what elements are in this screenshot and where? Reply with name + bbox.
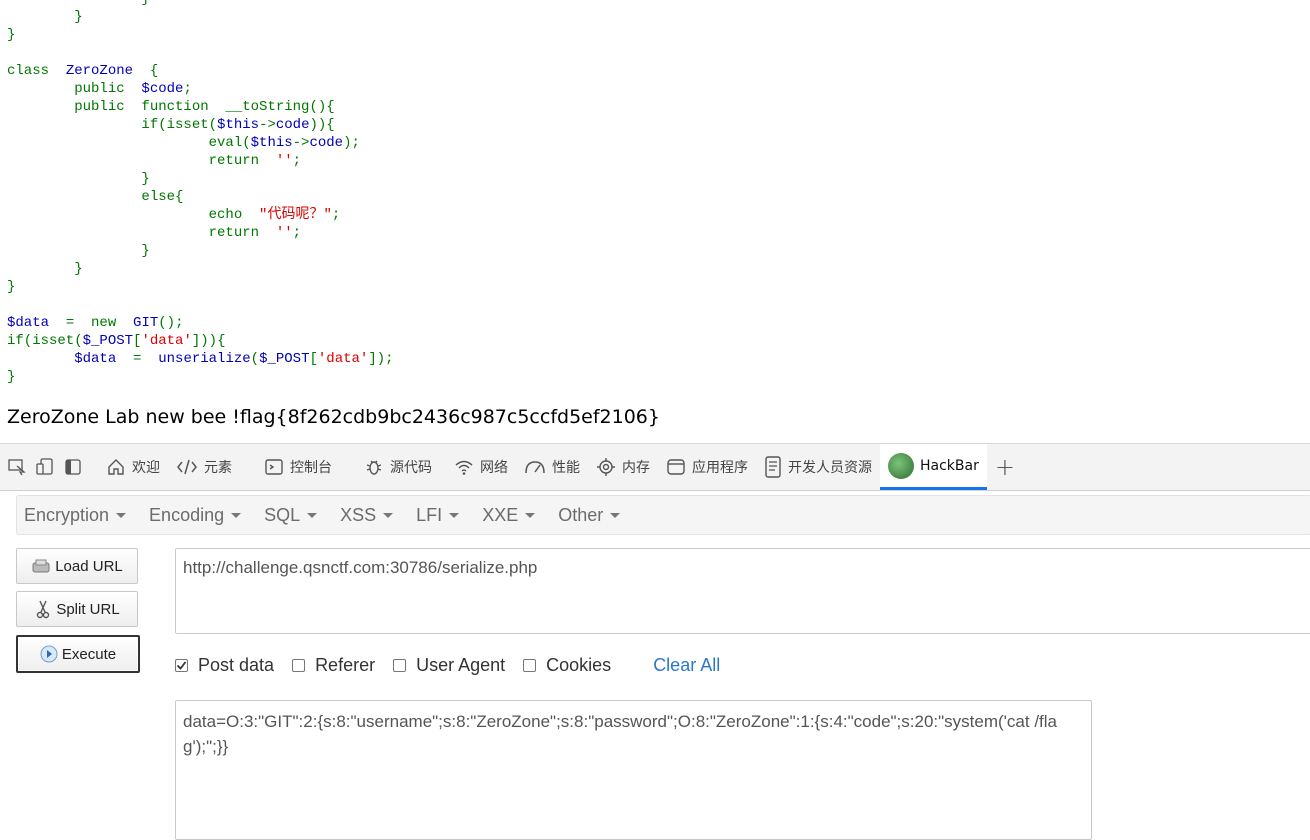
hackbar-logo-icon bbox=[888, 452, 914, 479]
tab-label: 元素 bbox=[204, 460, 232, 476]
tab-welcome[interactable]: 欢迎 bbox=[98, 444, 168, 490]
load-url-button[interactable]: Load URL bbox=[16, 548, 138, 584]
chevron-down-icon bbox=[116, 512, 127, 518]
tab-label: 欢迎 bbox=[132, 460, 160, 476]
hackbar-menu: Encryption Encoding SQL XSS LFI XXE Othe… bbox=[16, 495, 1310, 535]
chevron-down-icon bbox=[307, 512, 318, 518]
url-input[interactable]: http://challenge.qsnctf.com:30786/serial… bbox=[175, 548, 1310, 634]
tab-application[interactable]: 应用程序 bbox=[658, 444, 756, 490]
user-agent-checkbox[interactable] bbox=[393, 659, 407, 672]
page-content: } } } class ZeroZone { public $code; pub… bbox=[0, 0, 1310, 444]
tab-developer-resources[interactable]: 开发人员资源 bbox=[756, 444, 880, 490]
tab-network[interactable]: 网络 bbox=[446, 444, 516, 490]
flag-output: ZeroZone Lab new bee !flag{8f262cdb9bc24… bbox=[7, 406, 660, 428]
play-icon bbox=[40, 645, 58, 663]
load-url-icon bbox=[32, 559, 50, 573]
cookies-option[interactable]: Cookies bbox=[523, 655, 611, 676]
menu-xss[interactable]: XSS bbox=[340, 505, 394, 526]
referer-checkbox[interactable] bbox=[292, 659, 306, 672]
menu-xxe[interactable]: XXE bbox=[482, 505, 536, 526]
tab-performance[interactable]: 性能 bbox=[516, 444, 588, 490]
code-brackets-icon bbox=[177, 459, 197, 475]
bug-icon bbox=[366, 460, 382, 475]
tab-label: 源代码 bbox=[390, 460, 432, 476]
device-emulation-icon[interactable] bbox=[34, 456, 56, 478]
devtools-tab-bar: 欢迎 元素 控制台 源代码 网络 性能 内存 应用程序 开发人员资源 HackB… bbox=[0, 444, 1310, 491]
referer-option[interactable]: Referer bbox=[292, 655, 375, 676]
chevron-down-icon bbox=[449, 512, 460, 518]
tab-label: 内存 bbox=[622, 460, 650, 476]
tab-elements[interactable]: 元素 bbox=[168, 444, 240, 490]
post-data-checkbox[interactable] bbox=[175, 659, 188, 672]
tab-label: 应用程序 bbox=[692, 460, 748, 476]
application-icon bbox=[667, 459, 685, 475]
chevron-down-icon bbox=[525, 512, 536, 518]
add-tab-icon[interactable]: + bbox=[995, 453, 1015, 481]
post-data-input[interactable]: data=O:3:"GIT":2:{s:8:"username";s:8:"Ze… bbox=[175, 700, 1092, 840]
tab-label: 控制台 bbox=[290, 460, 332, 476]
tab-label: 开发人员资源 bbox=[788, 460, 872, 476]
menu-lfi[interactable]: LFI bbox=[416, 505, 460, 526]
gauge-icon bbox=[525, 461, 545, 474]
hackbar-panel: Encryption Encoding SQL XSS LFI XXE Othe… bbox=[0, 491, 1310, 840]
tab-label: 网络 bbox=[480, 460, 508, 476]
clear-all-link[interactable]: Clear All bbox=[653, 655, 720, 676]
home-icon bbox=[108, 459, 124, 475]
request-options: Post data Referer User Agent Cookies Cle… bbox=[175, 655, 720, 676]
chevron-down-icon bbox=[231, 512, 242, 518]
cookies-checkbox[interactable] bbox=[523, 659, 537, 672]
execute-button[interactable]: Execute bbox=[16, 635, 140, 673]
panel-toggle-icon[interactable] bbox=[62, 456, 84, 478]
memory-chip-icon bbox=[597, 458, 615, 476]
menu-encoding[interactable]: Encoding bbox=[149, 505, 242, 526]
inspect-icon[interactable] bbox=[6, 456, 28, 478]
tab-hackbar[interactable]: HackBar bbox=[880, 444, 987, 490]
menu-encryption[interactable]: Encryption bbox=[24, 505, 127, 526]
php-source-code: } } } class ZeroZone { public $code; pub… bbox=[7, 0, 394, 385]
console-icon bbox=[265, 459, 283, 475]
menu-sql[interactable]: SQL bbox=[264, 505, 318, 526]
wifi-icon bbox=[455, 460, 473, 475]
tab-sources[interactable]: 源代码 bbox=[356, 444, 440, 490]
chevron-down-icon bbox=[383, 512, 394, 518]
tab-console[interactable]: 控制台 bbox=[256, 444, 340, 490]
tab-memory[interactable]: 内存 bbox=[588, 444, 658, 490]
tab-label: 性能 bbox=[552, 460, 580, 476]
chevron-down-icon bbox=[610, 512, 621, 518]
tab-label: HackBar bbox=[920, 457, 979, 474]
menu-other[interactable]: Other bbox=[558, 505, 621, 526]
document-icon bbox=[765, 456, 781, 478]
split-url-button[interactable]: Split URL bbox=[16, 591, 138, 627]
post-data-option[interactable]: Post data bbox=[175, 655, 274, 676]
user-agent-option[interactable]: User Agent bbox=[393, 655, 505, 676]
scissors-icon bbox=[37, 600, 50, 619]
